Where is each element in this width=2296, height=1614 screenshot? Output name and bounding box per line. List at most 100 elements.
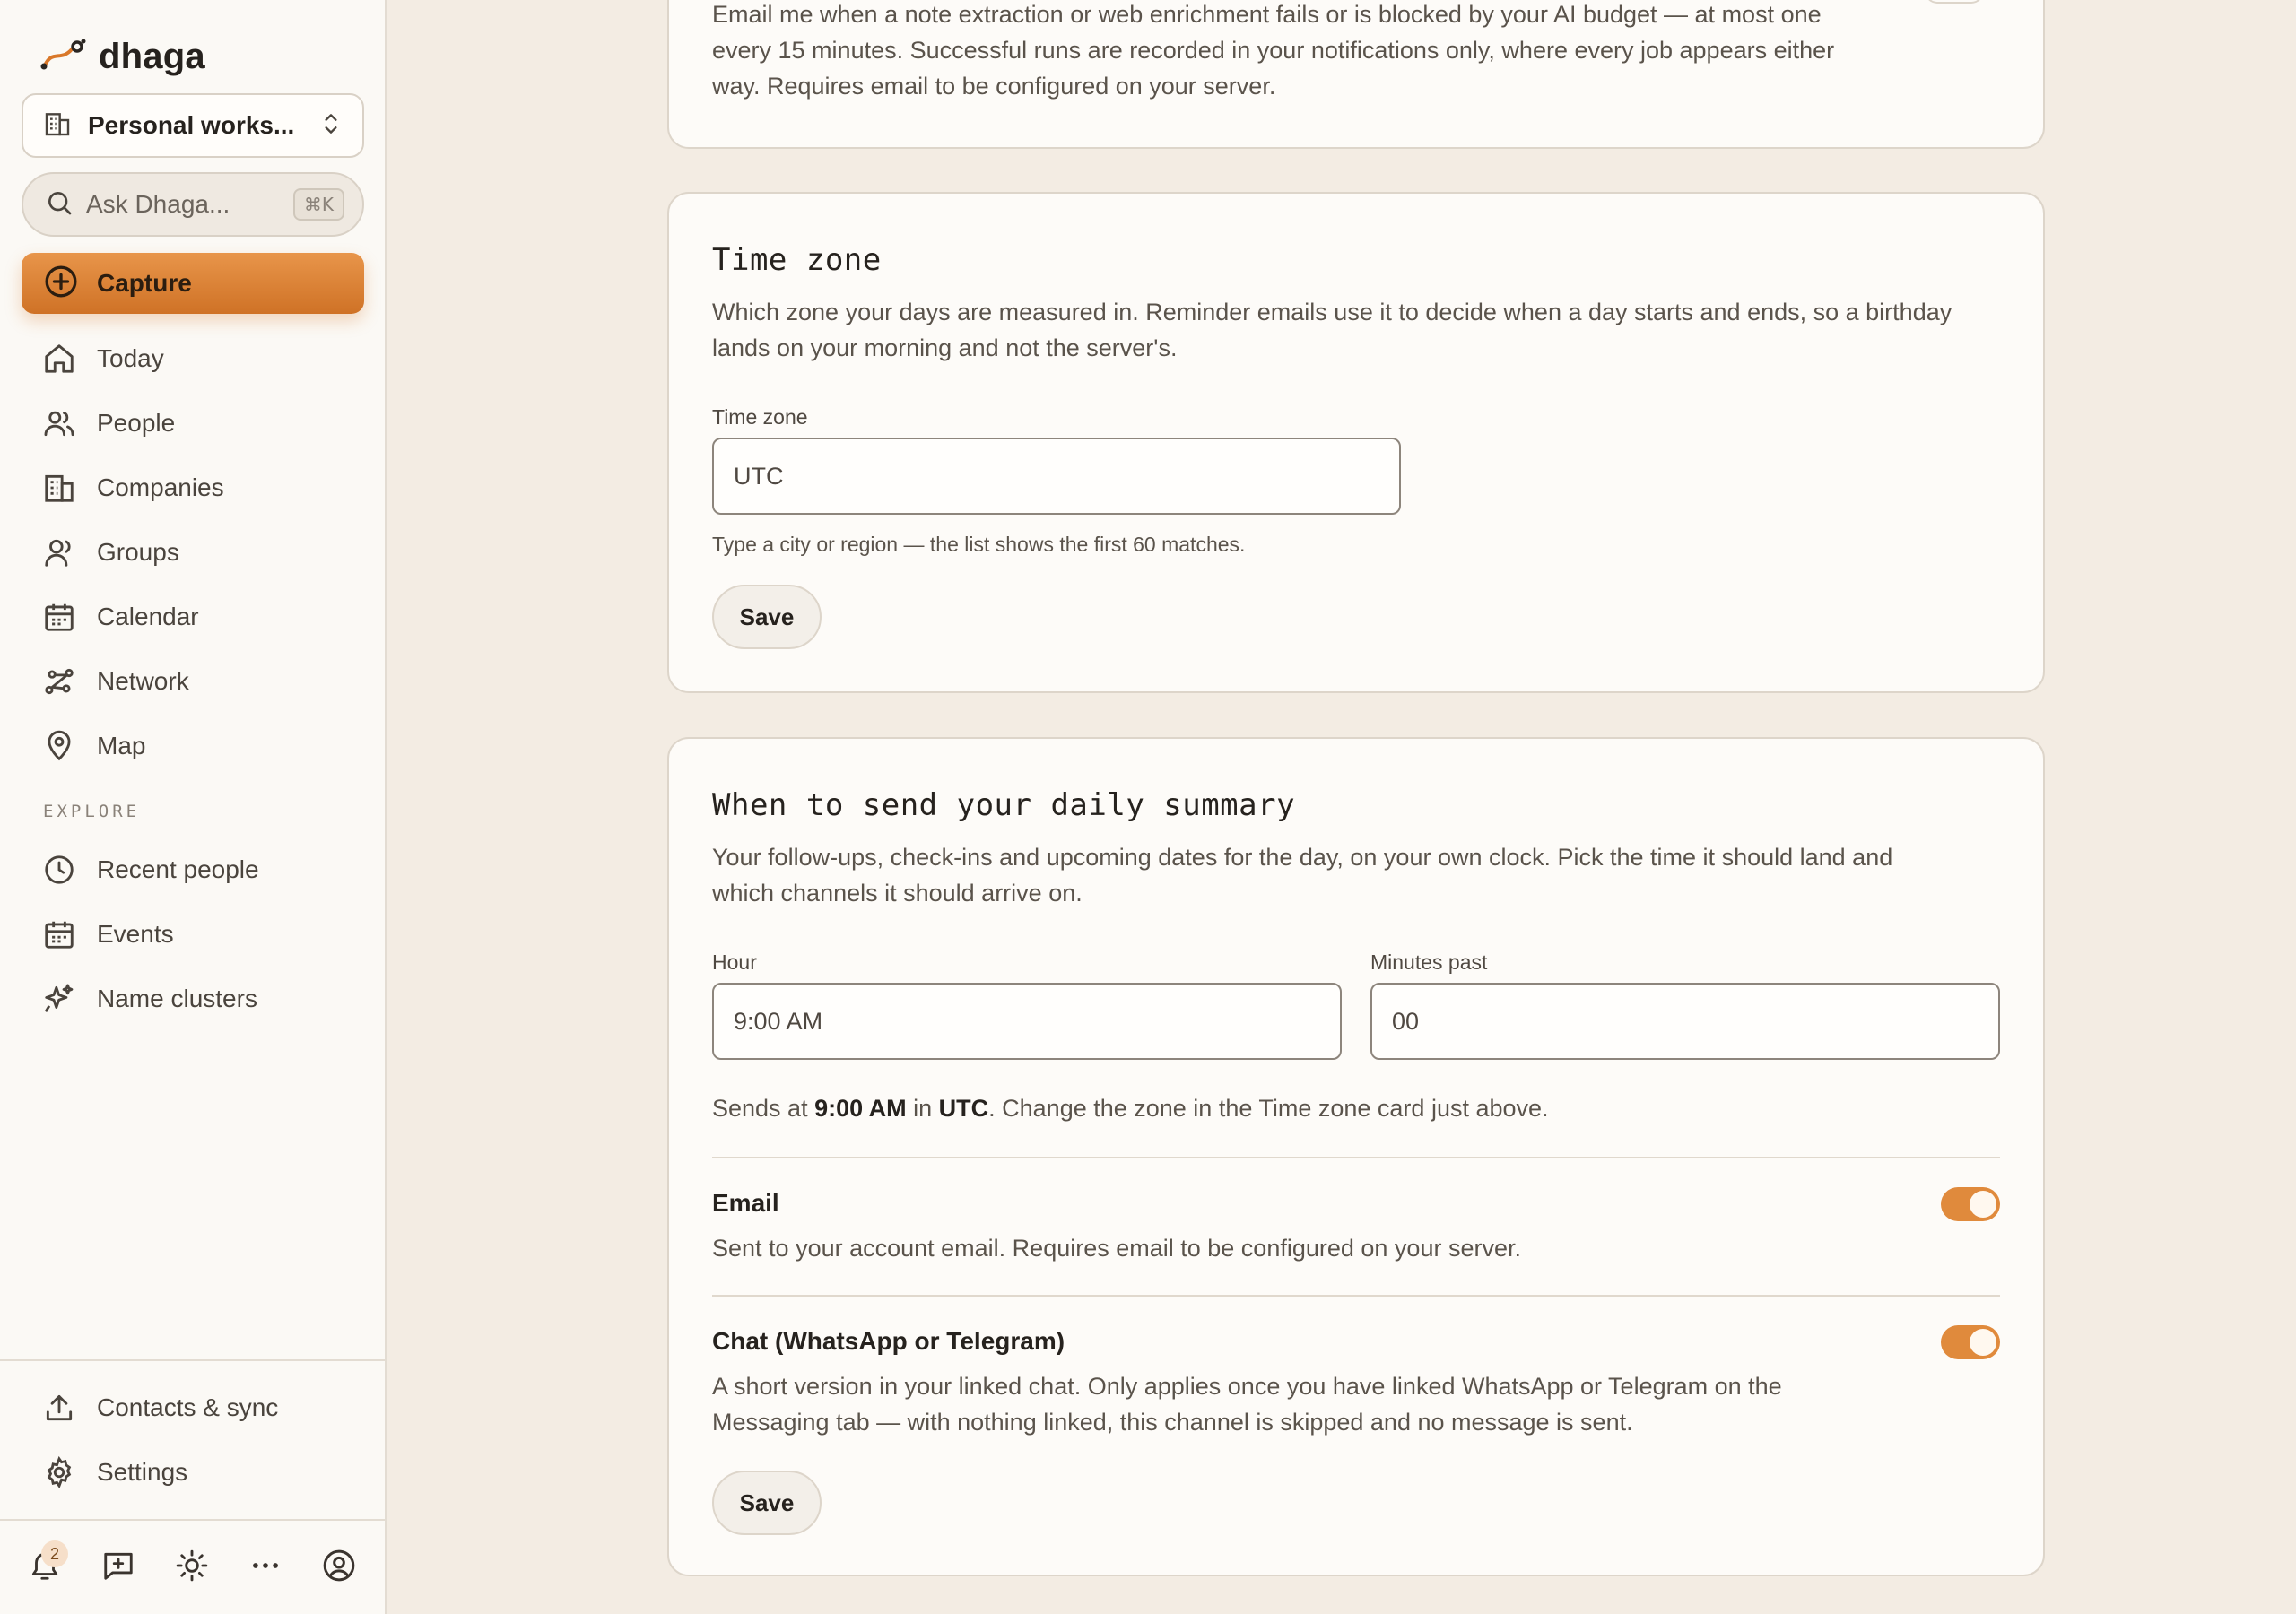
nav-item-events[interactable]: Events: [39, 909, 174, 959]
chat-channel-desc: A short version in your linked chat. Onl…: [712, 1373, 1782, 1400]
minutes-field-label: Minutes past: [1370, 950, 1488, 974]
timezone-card: Time zone Which zone your days are measu…: [667, 192, 2045, 693]
nav-label: Groups: [97, 538, 179, 566]
nav-item-today[interactable]: Today: [39, 334, 164, 384]
chat-channel-title: Chat (WhatsApp or Telegram): [712, 1327, 1065, 1355]
shortcut-badge: ⌘K: [292, 188, 344, 221]
email-channel-title: Email: [712, 1189, 779, 1217]
summary-save-button[interactable]: Save: [712, 1471, 822, 1535]
nav-label: Calendar: [97, 603, 199, 630]
nav-item-name-clusters[interactable]: Name clusters: [39, 974, 257, 1024]
app-name: dhaga: [99, 36, 205, 76]
search-icon: [45, 188, 74, 221]
account-button[interactable]: [316, 1544, 362, 1591]
nav-label: Map: [97, 732, 146, 759]
workspace-switcher[interactable]: Personal works...: [22, 93, 364, 158]
sparkles-icon: [39, 979, 79, 1019]
card-description: which channels it should arrive on.: [712, 880, 1083, 907]
capture-button[interactable]: Capture: [22, 253, 364, 314]
toggle-partial[interactable]: [1925, 0, 1984, 4]
notification-count-badge: 2: [41, 1540, 68, 1567]
nav-item-calendar[interactable]: Calendar: [39, 592, 199, 642]
upload-icon: [39, 1388, 79, 1427]
timezone-field-label: Time zone: [712, 405, 808, 429]
toggle-knob: [1970, 1191, 1996, 1218]
nav-item-network[interactable]: Network: [39, 656, 189, 707]
hour-input[interactable]: 9:00 AM: [712, 983, 1342, 1060]
nav-label: Name clusters: [97, 985, 257, 1012]
nav-item-recent-people[interactable]: Recent people: [39, 845, 259, 895]
building-icon: [39, 468, 79, 508]
send-time-value: 9:00 AM: [814, 1095, 907, 1122]
new-message-button[interactable]: [95, 1544, 142, 1591]
user-circle-icon: [321, 1548, 357, 1588]
home-icon: [39, 339, 79, 378]
failure-alerts-card: Email me when a note extraction or web e…: [667, 0, 2045, 149]
message-plus-icon: [101, 1549, 135, 1587]
gear-icon: [39, 1453, 79, 1492]
nav-item-settings[interactable]: Settings: [39, 1447, 187, 1497]
card-description: Which zone your days are measured in. Re…: [712, 299, 1952, 325]
building-icon: [43, 109, 72, 143]
people-icon: [39, 404, 79, 443]
section-divider: [712, 1295, 2000, 1297]
more-button[interactable]: [242, 1544, 289, 1591]
plus-circle-icon: [43, 264, 79, 304]
search-placeholder: Ask Dhaga...: [86, 190, 230, 218]
minutes-input[interactable]: 00: [1370, 983, 2000, 1060]
send-zone-value: UTC: [938, 1095, 989, 1122]
card-title: When to send your daily summary: [712, 787, 1296, 823]
map-pin-icon: [39, 726, 79, 766]
calendar-icon: [39, 597, 79, 637]
card-title: Time zone: [712, 242, 882, 278]
group-icon: [39, 533, 79, 572]
sidebar: dhaga Personal works... Ask Dhaga... ⌘K …: [0, 0, 387, 1614]
nav-label: People: [97, 409, 176, 437]
card-description: Your follow-ups, check-ins and upcoming …: [712, 844, 1893, 871]
sidebar-divider: [0, 1519, 387, 1521]
failure-desc-line: way. Requires email to be configured on …: [712, 73, 1276, 100]
chat-channel-desc: Messaging tab — with nothing linked, thi…: [712, 1409, 1633, 1436]
nav-item-map[interactable]: Map: [39, 721, 145, 771]
explore-section-label: EXPLORE: [43, 802, 141, 821]
nav-item-contacts-sync[interactable]: Contacts & sync: [39, 1383, 278, 1433]
clock-icon: [39, 850, 79, 889]
nav-label: Today: [97, 344, 164, 372]
chevron-updown-icon: [319, 110, 343, 142]
nav-label: Network: [97, 667, 189, 695]
toggle-knob: [1970, 1329, 1996, 1356]
network-icon: [39, 662, 79, 701]
workspace-label: Personal works...: [88, 111, 295, 139]
minutes-value: 00: [1392, 1007, 1420, 1035]
nav-label: Contacts & sync: [97, 1393, 279, 1421]
brand[interactable]: dhaga: [39, 32, 205, 81]
nav-item-companies[interactable]: Companies: [39, 463, 224, 513]
timezone-input[interactable]: UTC: [712, 438, 1401, 515]
send-time-prefix: Sends at: [712, 1095, 815, 1122]
timezone-save-button[interactable]: Save: [712, 585, 822, 649]
send-time-suffix: . Change the zone in the Time zone card …: [988, 1095, 1549, 1122]
timezone-hint: Type a city or region — the list shows t…: [712, 533, 1246, 556]
theme-toggle-button[interactable]: [169, 1544, 215, 1591]
nav-label: Companies: [97, 473, 224, 501]
send-time-in: in: [906, 1095, 939, 1122]
daily-summary-card: When to send your daily summary Your fol…: [667, 737, 2045, 1576]
notifications-button[interactable]: 2: [22, 1540, 68, 1591]
hour-field-label: Hour: [712, 950, 757, 974]
chat-channel-toggle[interactable]: [1941, 1325, 2000, 1359]
nav-label: Settings: [97, 1458, 188, 1486]
sidebar-bottom-bar: 2: [22, 1540, 362, 1594]
card-description: lands on your morning and not the server…: [712, 334, 1178, 361]
sidebar-divider: [0, 1359, 387, 1361]
logo-icon: [39, 37, 86, 77]
nav-item-groups[interactable]: Groups: [39, 527, 179, 577]
nav-label: Events: [97, 920, 174, 948]
sun-icon: [175, 1549, 209, 1587]
hour-value: 9:00 AM: [734, 1007, 823, 1035]
more-horizontal-icon: [248, 1549, 283, 1587]
ask-search-input[interactable]: Ask Dhaga... ⌘K: [22, 172, 364, 237]
failure-desc-line: Email me when a note extraction or web e…: [712, 1, 1822, 28]
email-channel-toggle[interactable]: [1941, 1187, 2000, 1221]
capture-label: Capture: [97, 269, 192, 297]
nav-item-people[interactable]: People: [39, 398, 175, 448]
